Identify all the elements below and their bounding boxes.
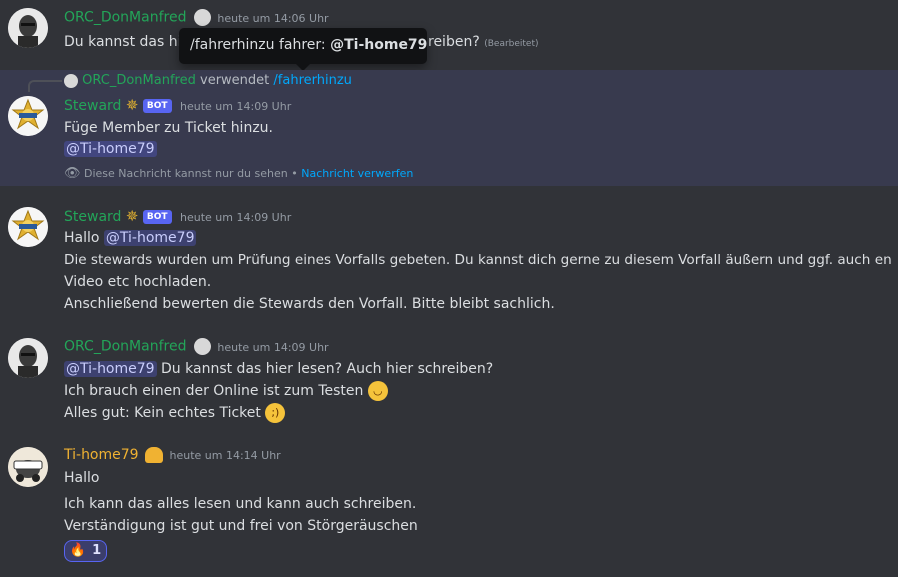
bot-badge: BOT (142, 210, 172, 224)
avatar-image (8, 338, 48, 378)
message-text-line2: Die stewards wurden um Prüfung eines Vor… (64, 252, 892, 268)
reply-verb: verwendet (200, 73, 270, 88)
grin-emoji-icon: ◡ (367, 381, 388, 401)
bot-badge: BOT (142, 99, 172, 113)
message-text-start: Du kannst das hi (64, 34, 182, 50)
message-text: Füge Member zu Ticket hinzu. (64, 120, 273, 136)
sheriff-badge-icon: ✵ (125, 207, 139, 225)
author-name[interactable]: ORC_DonManfred (64, 10, 186, 26)
avatar-orc-donmanfred[interactable] (8, 338, 48, 378)
author-name[interactable]: Steward (64, 98, 121, 114)
ephemeral-note: Diese Nachricht kannst nur du sehen (84, 167, 288, 180)
message-text-line2: Ich kann das alles lesen und kann auch s… (64, 496, 417, 512)
timestamp: heute um 14:06 Uhr (217, 11, 329, 25)
sheriff-star-icon (8, 96, 48, 136)
user-mention[interactable]: @Ti-home79 (64, 141, 157, 157)
reaction-count: 1 (92, 543, 102, 558)
fire-emoji-icon: 🔥 (69, 543, 86, 558)
timestamp: heute um 14:09 Uhr (217, 340, 329, 354)
author-name[interactable]: Steward (64, 209, 121, 225)
command-tooltip: /fahrerhinzu fahrer: @Ti-home79 (179, 28, 428, 71)
reply-avatar (64, 73, 78, 88)
message-text-line1: Hallo (64, 470, 100, 486)
tooltip-mention: @Ti-home79 (330, 37, 428, 53)
helmet-badge-icon (193, 9, 211, 26)
message-2-highlight: ORC_DonManfred verwendet /fahrerhinzu St… (0, 70, 898, 186)
timestamp: heute um 14:09 Uhr (180, 100, 292, 113)
avatar-image (8, 8, 48, 48)
message-text-line2: Ich brauch einen der Online ist zum Test… (64, 383, 364, 399)
wink-emoji-icon: ;) (265, 403, 286, 423)
edited-label: (Bearbeitet) (484, 39, 539, 49)
greeting-text: Hallo (64, 230, 100, 246)
dismiss-message-link[interactable]: Nachricht verwerfen (301, 167, 413, 180)
separator: • (291, 167, 298, 180)
reaction-button[interactable]: 🔥 1 (64, 540, 107, 562)
reply-spine (28, 80, 62, 92)
author-name[interactable]: ORC_DonManfred (64, 339, 186, 355)
timestamp: heute um 14:09 Uhr (180, 211, 292, 224)
sheriff-badge-icon: ✵ (125, 96, 139, 114)
avatar-orc-donmanfred[interactable] (8, 8, 48, 48)
timestamp: heute um 14:14 Uhr (169, 449, 281, 462)
helmet-badge-icon (193, 338, 211, 355)
author-name[interactable]: Ti-home79 (64, 447, 139, 463)
message-text-line4: Anschließend bewerten die Stewards den V… (64, 296, 555, 312)
avatar-steward[interactable] (8, 207, 48, 247)
avatar-image (8, 447, 48, 487)
message-text-line3: Verständigung ist gut und frei von Störg… (64, 518, 418, 534)
reply-username[interactable]: ORC_DonManfred (82, 73, 196, 88)
message-text-end: reiben? (428, 34, 480, 50)
helmet-badge-icon (145, 447, 164, 463)
user-mention[interactable]: @Ti-home79 (64, 361, 157, 377)
message-text-line1: Du kannst das hier lesen? Auch hier schr… (161, 361, 494, 377)
reply-command-link[interactable]: /fahrerhinzu (273, 73, 352, 88)
avatar-ti-home79[interactable] (8, 447, 48, 487)
message-text-line3: Video etc hochladen. (64, 274, 212, 290)
user-mention[interactable]: @Ti-home79 (103, 230, 197, 246)
sheriff-star-icon (8, 207, 48, 247)
avatar-steward[interactable] (8, 96, 48, 136)
tooltip-command: /fahrerhinzu fahrer: (190, 37, 326, 53)
message-text-line3: Alles gut: Kein echtes Ticket (64, 405, 261, 421)
eye-icon: 👁 (64, 166, 81, 181)
